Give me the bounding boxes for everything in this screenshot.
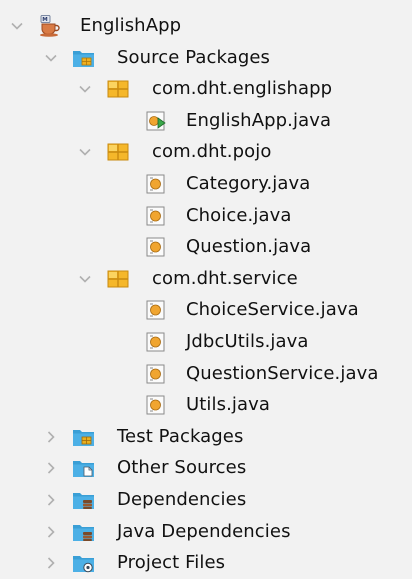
test-packages-folder-icon — [72, 425, 96, 449]
svg-text:M: M — [42, 17, 47, 23]
tree-node-file[interactable]: Category.java — [0, 169, 412, 200]
tree-node-file[interactable]: JdbcUtils.java — [0, 327, 412, 358]
tree-node-label: Category.java — [186, 173, 311, 194]
java-main-class-icon — [144, 109, 168, 133]
chevron-down-icon[interactable] — [8, 17, 26, 35]
tree-node-file[interactable]: Utils.java — [0, 390, 412, 421]
chevron-right-icon[interactable] — [42, 459, 60, 477]
tree-node-label: Dependencies — [117, 489, 247, 510]
chevron-down-icon[interactable] — [76, 80, 94, 98]
tree-node-folder[interactable]: Project Files — [0, 548, 412, 579]
tree-node-label: Java Dependencies — [117, 521, 291, 542]
package-icon — [106, 140, 130, 164]
java-class-icon — [144, 330, 168, 354]
tree-node-file[interactable]: Question.java — [0, 232, 412, 263]
java-class-icon — [144, 362, 168, 386]
other-sources-folder-icon — [72, 456, 96, 480]
chevron-down-icon[interactable] — [42, 49, 60, 67]
tree-node-folder[interactable]: Other Sources — [0, 453, 412, 484]
dependencies-folder-icon — [72, 488, 96, 512]
package-icon — [106, 267, 130, 291]
java-class-icon — [144, 235, 168, 259]
tree-node-file[interactable]: ChoiceService.java — [0, 295, 412, 326]
tree-node-label: Utils.java — [186, 394, 271, 415]
chevron-down-icon[interactable] — [76, 143, 94, 161]
java-dependencies-folder-icon — [72, 520, 96, 544]
tree-node-label: Project Files — [117, 552, 226, 573]
project-files-folder-icon — [72, 551, 96, 575]
java-class-icon — [144, 172, 168, 196]
chevron-down-icon[interactable] — [76, 270, 94, 288]
tree-node-label: com.dht.englishapp — [152, 78, 333, 99]
tree-node-label: Test Packages — [117, 426, 244, 447]
tree-node-file[interactable]: EnglishApp.java — [0, 106, 412, 137]
tree-node-file[interactable]: Choice.java — [0, 201, 412, 232]
tree-node-label: JdbcUtils.java — [186, 331, 309, 352]
tree-node-folder[interactable]: Java Dependencies — [0, 517, 412, 548]
tree-node-source-packages[interactable]: Source Packages — [0, 43, 412, 74]
tree-node-project[interactable]: M EnglishApp — [0, 11, 412, 42]
source-packages-folder-icon — [72, 46, 96, 70]
package-icon — [106, 77, 130, 101]
tree-node-folder[interactable]: Test Packages — [0, 422, 412, 453]
chevron-right-icon[interactable] — [42, 491, 60, 509]
java-class-icon — [144, 393, 168, 417]
tree-node-label: Source Packages — [117, 47, 271, 68]
tree-node-label: QuestionService.java — [186, 363, 379, 384]
chevron-right-icon[interactable] — [42, 523, 60, 541]
tree-node-package[interactable]: com.dht.pojo — [0, 137, 412, 168]
project-tree: M EnglishApp Source Packages com.dht.englis… — [0, 0, 412, 573]
tree-node-folder[interactable]: Dependencies — [0, 485, 412, 516]
chevron-right-icon[interactable] — [42, 554, 60, 572]
tree-node-label: Question.java — [186, 236, 312, 257]
chevron-right-icon[interactable] — [42, 428, 60, 446]
tree-node-package[interactable]: com.dht.service — [0, 264, 412, 295]
tree-node-label: ChoiceService.java — [186, 299, 359, 320]
tree-node-label: Choice.java — [186, 205, 292, 226]
tree-node-label: Other Sources — [117, 457, 247, 478]
java-class-icon — [144, 204, 168, 228]
tree-node-label: com.dht.service — [152, 268, 298, 289]
java-class-icon — [144, 298, 168, 322]
tree-node-label: EnglishApp.java — [186, 110, 332, 131]
tree-node-file[interactable]: QuestionService.java — [0, 359, 412, 390]
tree-node-label: EnglishApp — [80, 15, 182, 36]
tree-node-label: com.dht.pojo — [152, 141, 272, 162]
coffee-cup-project-icon: M — [38, 14, 62, 38]
tree-node-package[interactable]: com.dht.englishapp — [0, 74, 412, 105]
